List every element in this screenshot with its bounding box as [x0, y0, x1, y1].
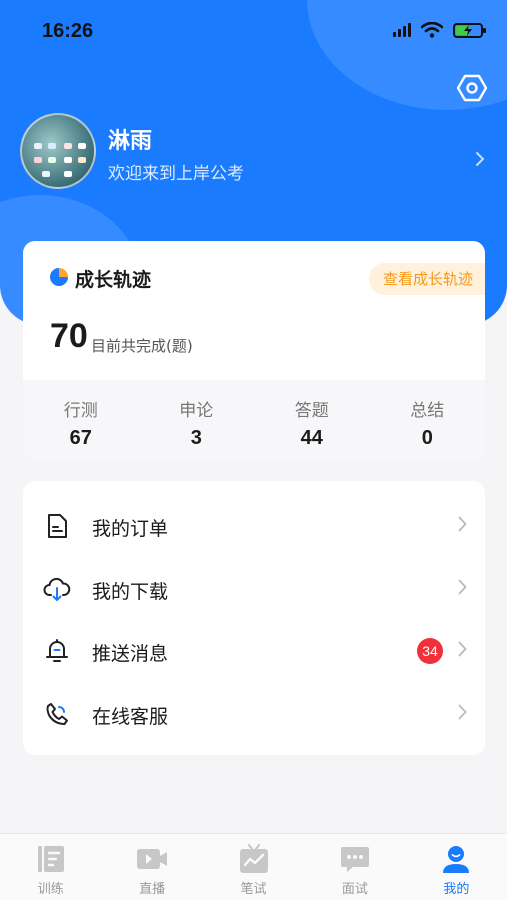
menu-label: 我的下载 [92, 580, 169, 603]
stat-answers[interactable]: 答题 44 [254, 380, 370, 460]
bell-icon [46, 639, 68, 662]
settings-icon[interactable] [457, 73, 487, 103]
tab-written-exam[interactable]: 笔试 [203, 834, 304, 900]
chevron-right-icon [458, 579, 467, 594]
growth-card: 成长轨迹 查看成长轨迹 70 目前共完成(题) 行测 67 申论 3 答题 44… [23, 241, 485, 460]
tab-label: 面试 [341, 882, 368, 897]
menu-item-notifications[interactable]: 推送消息 34 [23, 619, 485, 682]
menu-label: 推送消息 [92, 643, 169, 665]
tab-live[interactable]: 直播 [101, 834, 202, 900]
stat-summary[interactable]: 总结 0 [370, 380, 486, 460]
interview-icon [340, 847, 369, 872]
wifi-icon [421, 22, 443, 38]
pie-chart-icon [50, 268, 68, 286]
notification-badge: 34 [417, 638, 443, 664]
stat-label: 答题 [294, 401, 329, 421]
welcome-text: 欢迎来到上岸公考 [108, 164, 244, 184]
stat-label: 总结 [410, 401, 445, 421]
stat-value: 0 [421, 427, 433, 449]
chevron-right-icon [458, 641, 467, 657]
cellular-signal-icon [393, 23, 411, 37]
live-icon [137, 849, 168, 869]
stat-value: 3 [190, 427, 202, 449]
chevron-right-icon [458, 516, 467, 532]
chevron-right-icon [476, 152, 485, 166]
menu-card: 我的订单 我的下载 推送消息 34 在线客服 [23, 481, 485, 755]
user-name: 淋雨 [108, 129, 153, 154]
stat-xingce[interactable]: 行测 67 [23, 380, 139, 460]
chevron-right-icon [458, 704, 467, 719]
view-growth-button[interactable]: 查看成长轨迹 [368, 263, 485, 295]
phone-icon [46, 702, 68, 725]
stat-shenlun[interactable]: 申论 3 [139, 380, 255, 460]
stat-label: 行测 [63, 401, 98, 421]
total-count: 70 [50, 317, 88, 355]
tab-label: 笔试 [240, 882, 267, 897]
total-count-label: 目前共完成(题) [91, 337, 193, 355]
menu-item-downloads[interactable]: 我的下载 [23, 557, 485, 620]
stats-row: 行测 67 申论 3 答题 44 总结 0 [23, 380, 485, 460]
status-time: 16:26 [42, 20, 94, 42]
profile-header[interactable]: 淋雨 欢迎来到上岸公考 [20, 113, 490, 193]
cloud-download-icon [43, 577, 71, 601]
tab-training[interactable]: 训练 [0, 834, 101, 900]
tab-label: 我的 [443, 882, 470, 897]
menu-label: 在线客服 [92, 705, 169, 728]
avatar[interactable] [20, 113, 96, 189]
tab-label: 训练 [37, 882, 64, 897]
growth-title: 成长轨迹 [75, 269, 152, 291]
profile-icon [443, 846, 470, 873]
order-icon [48, 514, 67, 538]
battery-icon [453, 22, 486, 38]
training-icon [37, 846, 64, 872]
menu-item-support[interactable]: 在线客服 [23, 682, 485, 745]
stat-label: 申论 [179, 401, 214, 421]
menu-item-orders[interactable]: 我的订单 [23, 494, 485, 557]
tab-interview[interactable]: 面试 [304, 834, 405, 900]
status-icons [393, 22, 486, 38]
stat-value: 67 [69, 427, 92, 449]
stat-value: 44 [300, 427, 323, 449]
tab-profile[interactable]: 我的 [406, 834, 507, 900]
status-bar: 16:26 [0, 0, 507, 60]
tab-bar: 训练 直播 笔试 面试 我的 [0, 833, 507, 900]
menu-label: 我的订单 [92, 518, 169, 540]
tab-label: 直播 [139, 882, 166, 897]
written-exam-icon [239, 844, 268, 873]
